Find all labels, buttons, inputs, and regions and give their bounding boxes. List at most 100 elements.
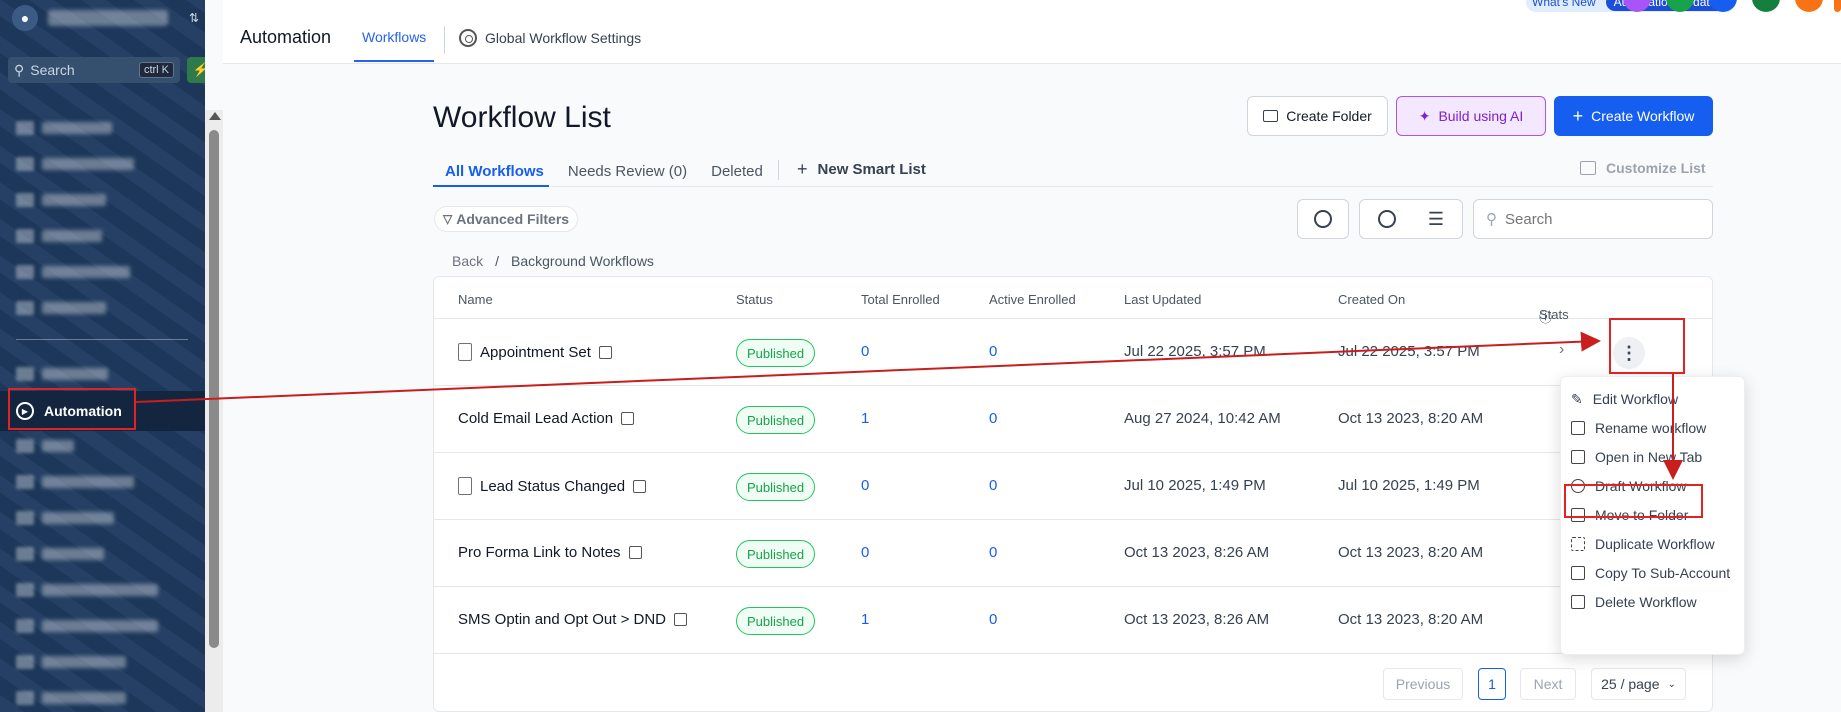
sidebar-item-blurred[interactable] <box>16 298 106 318</box>
create-folder-button[interactable]: Create Folder <box>1247 96 1388 136</box>
nav-label-blurred <box>42 122 112 134</box>
tab-all-workflows[interactable]: All Workflows <box>445 163 544 180</box>
total-enrolled[interactable]: 1 <box>861 611 869 628</box>
workflow-name-cell[interactable]: Appointment Set <box>458 343 612 361</box>
external-link-icon[interactable] <box>598 345 612 359</box>
account-switcher[interactable]: ● ⇅ <box>10 5 205 31</box>
nav-icon <box>16 547 34 561</box>
active-enrolled[interactable]: 0 <box>989 410 997 427</box>
external-link-icon[interactable] <box>674 613 688 626</box>
active-enrolled[interactable]: 0 <box>989 343 997 360</box>
workflow-name[interactable]: Lead Status Changed <box>480 478 625 495</box>
column-header-last-updated[interactable]: Last Updated <box>1124 292 1201 307</box>
menu-item-delete-workflow[interactable]: Delete Workflow <box>1571 592 1697 612</box>
sidebar-item-blurred[interactable] <box>16 190 106 210</box>
page-number-current[interactable]: 1 <box>1478 668 1506 700</box>
tab-global-settings[interactable]: Global Workflow Settings <box>459 29 641 47</box>
column-header-active-enrolled[interactable]: Active Enrolled <box>989 292 1076 307</box>
total-enrolled[interactable]: 0 <box>861 477 869 494</box>
sidebar-item-blurred[interactable] <box>16 118 112 138</box>
scroll-up-arrow-icon[interactable] <box>209 112 221 120</box>
quick-action-bolt-icon[interactable]: ⚡ <box>187 57 205 83</box>
sidebar-item-blurred[interactable] <box>16 652 126 672</box>
sidebar-item-blurred[interactable] <box>16 364 108 384</box>
tab-workflows[interactable]: Workflows <box>362 29 426 45</box>
sidebar-item-blurred[interactable] <box>16 616 158 636</box>
chevron-updown-icon: ⇅ <box>188 11 199 25</box>
next-page-button[interactable]: Next <box>1520 668 1576 700</box>
sidebar-search[interactable]: ⚲ Search ctrl K <box>8 57 180 83</box>
tab-needs-review[interactable]: Needs Review (0) <box>568 163 687 180</box>
table-row[interactable]: Cold Email Lead Action Published 1 0 Aug… <box>434 386 1712 453</box>
search-input[interactable] <box>1505 210 1685 228</box>
column-header-name[interactable]: Name <box>458 292 493 307</box>
sidebar-scroll-thumb[interactable] <box>209 130 219 648</box>
workflow-name-cell[interactable]: SMS Optin and Opt Out > DND <box>458 611 688 628</box>
nav-icon <box>16 121 34 135</box>
clock-icon[interactable] <box>1377 210 1396 228</box>
menu-item-label: Rename workflow <box>1595 420 1707 436</box>
active-enrolled[interactable]: 0 <box>989 477 997 494</box>
sidebar-item-blurred[interactable] <box>16 508 114 528</box>
table-row[interactable]: Pro Forma Link to Notes Published 0 0 Oc… <box>434 520 1712 587</box>
page-size-select[interactable]: 25 / page ⌄ <box>1591 668 1686 700</box>
pencil-icon: ✎ <box>1571 390 1583 407</box>
nav-label-blurred <box>42 512 114 524</box>
external-link-icon[interactable] <box>621 412 635 425</box>
new-smart-list-button[interactable]: + New Smart List <box>797 159 926 180</box>
workflow-search[interactable]: ⚲ <box>1473 199 1713 239</box>
column-header-created-on[interactable]: Created On <box>1338 292 1405 307</box>
table-row[interactable]: Lead Status Changed Published 0 0 Jul 10… <box>434 453 1712 520</box>
workflow-name-cell[interactable]: Pro Forma Link to Notes <box>458 544 642 561</box>
tab-deleted[interactable]: Deleted <box>711 163 763 180</box>
column-header-status[interactable]: Status <box>736 292 773 307</box>
total-enrolled[interactable]: 0 <box>861 343 869 360</box>
sidebar-item-blurred[interactable] <box>16 226 102 246</box>
active-enrolled[interactable]: 0 <box>989 544 997 561</box>
build-using-ai-button[interactable]: ✦ Build using AI <box>1396 96 1546 136</box>
workflow-name[interactable]: Cold Email Lead Action <box>458 410 613 427</box>
external-link-icon[interactable] <box>628 546 642 559</box>
total-enrolled[interactable]: 0 <box>861 544 869 561</box>
menu-item-open-new-tab[interactable]: Open in New Tab <box>1571 447 1702 467</box>
avatar[interactable] <box>1834 0 1841 12</box>
sidebar-item-blurred[interactable] <box>16 436 74 456</box>
advanced-filters-button[interactable]: ▽ Advanced Filters <box>434 206 579 232</box>
workflow-name-cell[interactable]: Lead Status Changed <box>458 477 647 495</box>
workflow-name[interactable]: Pro Forma Link to Notes <box>458 544 621 561</box>
view-toggle[interactable]: ☰ <box>1359 199 1463 239</box>
create-workflow-button[interactable]: + Create Workflow <box>1554 96 1713 136</box>
sidebar-item-blurred[interactable] <box>16 544 104 564</box>
customize-list-button[interactable]: Customize List <box>1580 160 1706 176</box>
sidebar-item-blurred[interactable] <box>16 580 158 600</box>
breadcrumb-back[interactable]: Back <box>452 253 483 269</box>
sidebar-item-blurred[interactable] <box>16 154 134 174</box>
search-shortcut: ctrl K <box>138 62 174 78</box>
chevron-right-icon[interactable]: › <box>1559 341 1564 359</box>
plus-icon: + <box>1572 105 1584 126</box>
megaphone-icon[interactable] <box>1752 0 1780 12</box>
menu-item-rename-workflow[interactable]: Rename workflow <box>1571 418 1706 438</box>
account-name-blurred <box>48 10 168 26</box>
sidebar-item-blurred[interactable] <box>16 688 126 708</box>
nav-icon <box>16 439 34 453</box>
table-row[interactable]: Appointment Set Published 0 0 Jul 22 202… <box>434 319 1712 386</box>
workflow-name[interactable]: SMS Optin and Opt Out > DND <box>458 611 666 628</box>
table-row[interactable]: SMS Optin and Opt Out > DND Published 1 … <box>434 587 1712 654</box>
bell-icon[interactable] <box>1795 0 1823 12</box>
column-header-total-enrolled[interactable]: Total Enrolled <box>861 292 940 307</box>
sidebar-item-blurred[interactable] <box>16 472 134 492</box>
previous-page-button[interactable]: Previous <box>1383 668 1463 700</box>
list-view-icon[interactable]: ☰ <box>1428 209 1444 230</box>
sidebar-item-blurred[interactable] <box>16 262 130 282</box>
menu-item-copy-to-sub-account[interactable]: Copy To Sub-Account <box>1571 563 1730 583</box>
menu-item-label: Edit Workflow <box>1592 391 1679 407</box>
menu-item-duplicate-workflow[interactable]: Duplicate Workflow <box>1571 534 1715 554</box>
total-enrolled[interactable]: 1 <box>861 410 869 427</box>
history-button[interactable] <box>1297 199 1349 239</box>
workflow-name-cell[interactable]: Cold Email Lead Action <box>458 410 635 427</box>
active-enrolled[interactable]: 0 <box>989 611 997 628</box>
external-link-icon[interactable] <box>633 479 647 493</box>
menu-item-edit-workflow[interactable]: ✎ Edit Workflow <box>1571 389 1678 409</box>
workflow-name[interactable]: Appointment Set <box>480 344 591 361</box>
